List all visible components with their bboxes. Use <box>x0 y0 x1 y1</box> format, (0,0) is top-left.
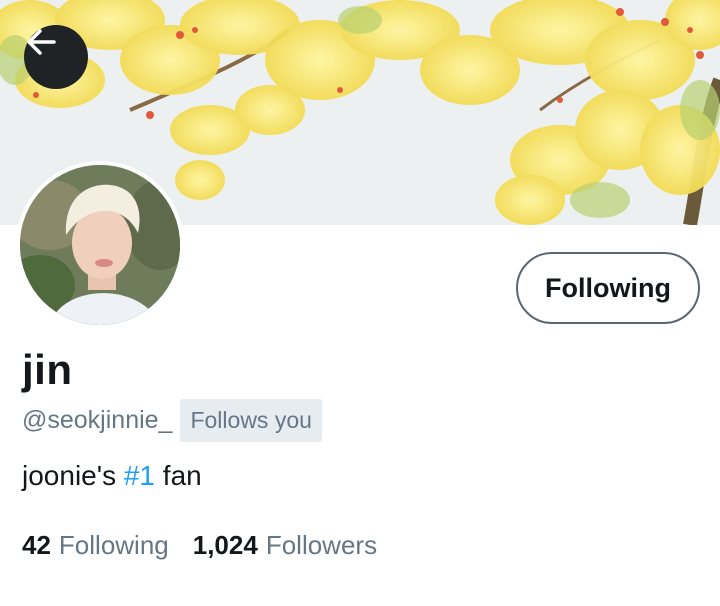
profile-avatar[interactable] <box>16 161 184 329</box>
follows-you-badge: Follows you <box>180 398 322 442</box>
user-handle: @seokjinnie_ <box>22 405 173 434</box>
bio-text-prefix: joonie's <box>22 460 124 491</box>
arrow-left-icon <box>27 29 56 55</box>
following-label: Following <box>58 530 169 560</box>
avatar-photo <box>20 165 180 325</box>
bio-hashtag-link[interactable]: #1 <box>124 460 155 491</box>
bio-text-suffix: fan <box>155 460 202 491</box>
following-stat-link[interactable]: 42 Following <box>22 525 169 565</box>
followers-stat-link[interactable]: 1,024 Followers <box>193 525 377 565</box>
following-count: 42 <box>22 530 51 560</box>
followers-label: Followers <box>265 530 378 560</box>
follow-stats: 42 Following 1,024 Followers <box>22 525 377 565</box>
following-button[interactable]: Following <box>516 252 700 324</box>
profile-bio: joonie's #1 fan <box>22 456 202 496</box>
back-button[interactable] <box>24 25 88 89</box>
followers-count: 1,024 <box>192 530 258 560</box>
handle-row: @seokjinnie_ Follows you <box>22 398 322 442</box>
display-name: jin <box>22 346 73 393</box>
